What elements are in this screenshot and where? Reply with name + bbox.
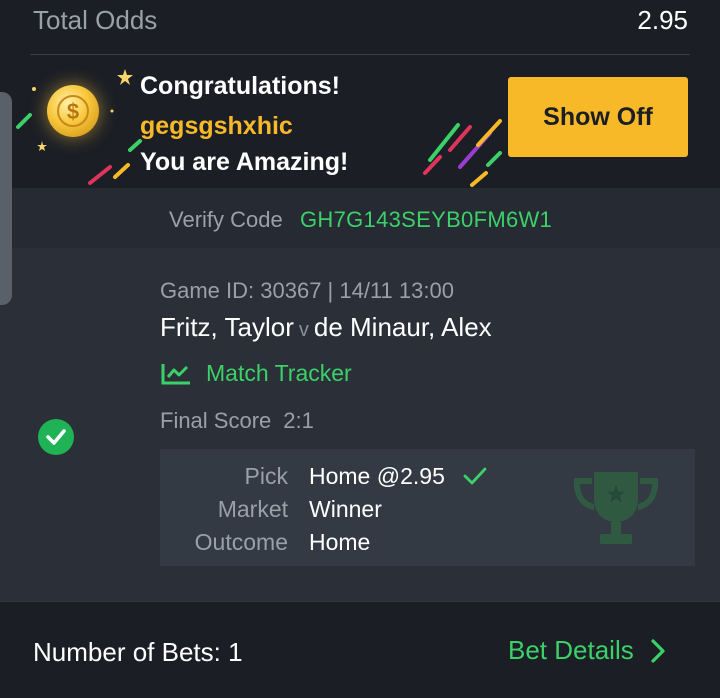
pick-value: Home @2.95 xyxy=(309,463,487,490)
market-value: Winner xyxy=(309,496,382,522)
number-of-bets: Number of Bets: 1 xyxy=(33,637,243,667)
match-tracker-label: Match Tracker xyxy=(206,360,352,386)
congrats-title: Congratulations! xyxy=(140,72,340,100)
match-teams: Fritz, Taylor v de Minaur, Alex xyxy=(160,312,492,343)
check-circle-icon xyxy=(38,419,74,455)
match-tracker-icon xyxy=(161,363,190,384)
home-team: Fritz, Taylor xyxy=(160,312,294,342)
congrats-banner: $ Congratulations! gegsgshxhic You are A… xyxy=(0,55,720,188)
final-score-label: Final Score xyxy=(160,408,272,433)
game-info: Game ID: 30367 | 14/11 13:00 xyxy=(160,278,454,303)
versus-label: v xyxy=(298,319,309,341)
pick-value-text: Home @2.95 xyxy=(309,463,445,489)
coin-symbol: $ xyxy=(57,95,89,127)
total-odds-row: Total Odds 2.95 xyxy=(0,0,720,55)
outcome-value: Home xyxy=(309,529,371,555)
total-odds-value: 2.95 xyxy=(637,5,688,35)
final-score-value: 2:1 xyxy=(283,408,314,433)
trophy-icon xyxy=(574,472,658,544)
away-team: de Minaur, Alex xyxy=(313,312,492,342)
bet-details-label: Bet Details xyxy=(508,635,634,665)
verify-code-value[interactable]: GH7G143SEYB0FM6W1 xyxy=(300,207,552,233)
congrats-subtitle: You are Amazing! xyxy=(140,148,349,176)
market-label: Market xyxy=(217,496,288,522)
verify-code-label: Verify Code xyxy=(169,207,283,232)
chevron-right-icon xyxy=(651,638,665,663)
coin-icon: $ xyxy=(47,85,99,137)
final-score: Final Score 2:1 xyxy=(160,408,314,434)
side-drawer-handle[interactable] xyxy=(0,92,12,305)
total-odds-label: Total Odds xyxy=(33,5,158,35)
bet-details-link[interactable]: Bet Details xyxy=(508,635,668,666)
show-off-button[interactable]: Show Off xyxy=(508,77,688,157)
outcome-label: Outcome xyxy=(194,529,288,555)
pick-label: Pick xyxy=(244,463,288,489)
match-tracker-link[interactable]: Match Tracker xyxy=(160,360,352,387)
checkmark-icon xyxy=(463,467,487,485)
congrats-username: gegsgshxhic xyxy=(140,112,293,140)
